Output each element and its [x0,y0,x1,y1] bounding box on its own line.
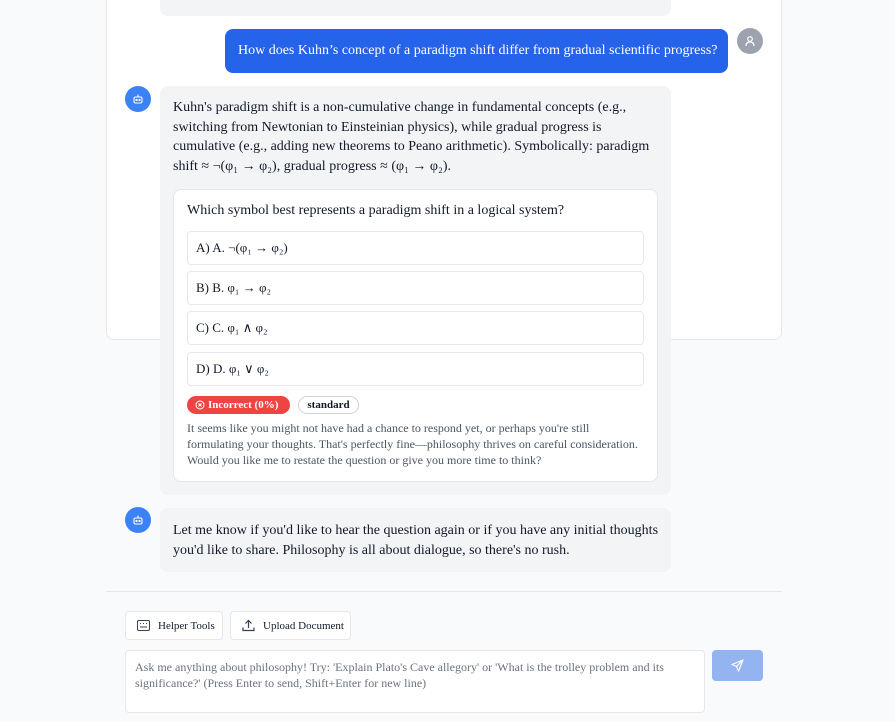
user-icon [745,36,755,47]
chat-input[interactable] [125,650,705,713]
robot-icon [133,94,143,104]
level-badge-label: standard [307,399,350,411]
quiz-feedback: It seems like you might not have had a c… [187,421,638,467]
quiz-question: Which symbol best represents a paradigm … [187,203,565,218]
followup-message-text: Let me know if you'd like to hear the qu… [173,523,659,558]
quiz-option-d[interactable]: D) D. φ₁ ∨ φ₂ [187,352,644,386]
incorrect-badge: Incorrect (0%) [187,396,290,414]
quiz-option-c[interactable]: C) C. φ₁ ∧ φ₂ [187,311,644,345]
bot-response-bubble: Kuhn's paradigm shift is a non-cumulativ… [160,86,671,495]
user-message-bubble: How does Kuhn’s concept of a paradigm sh… [225,29,728,73]
bot-response-text: Kuhn's paradigm shift is a non-cumulativ… [173,100,650,174]
quiz-card: Which symbol best represents a paradigm … [173,189,658,482]
keyboard-icon [137,620,150,631]
level-badge: standard [298,396,359,414]
user-avatar [737,28,763,54]
quiz-option-b[interactable]: B) B. φ₁ → φ₂ [187,271,644,305]
x-circle-icon [195,400,205,410]
quiz-option-a[interactable]: A) A. ¬(φ₁ → φ₂) [187,231,644,265]
upload-document-label: Upload Document [263,619,344,632]
bot-avatar [125,86,151,112]
previous-message-bubble [160,0,671,16]
user-message-text: How does Kuhn’s concept of a paradigm sh… [238,43,718,58]
send-icon [731,659,744,672]
upload-icon [242,619,255,632]
robot-icon [133,515,143,525]
helper-tools-button[interactable]: Helper Tools [125,611,223,640]
incorrect-badge-label: Incorrect (0%) [208,399,279,411]
send-button[interactable] [712,650,763,681]
input-divider [106,591,782,592]
bot-avatar [125,507,151,533]
helper-tools-label: Helper Tools [158,619,215,632]
followup-message-bubble: Let me know if you'd like to hear the qu… [160,508,671,572]
upload-document-button[interactable]: Upload Document [230,611,351,640]
